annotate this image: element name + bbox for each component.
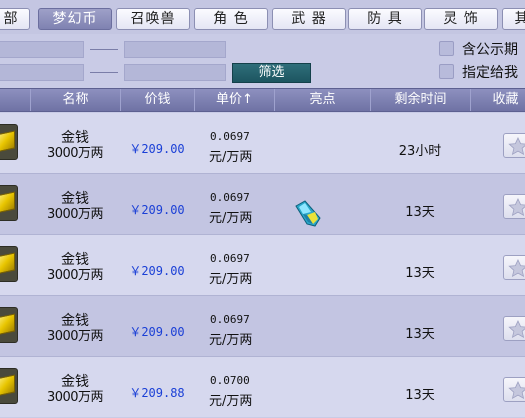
item-price: ￥209.00 <box>129 203 185 217</box>
favorite-button[interactable] <box>503 377 525 402</box>
amount-min-input[interactable] <box>0 64 84 81</box>
gem-icon[interactable] <box>293 198 323 228</box>
item-amount: 3000万两 <box>46 390 104 405</box>
column-unit-price[interactable]: 单价↑ <box>194 89 274 111</box>
column-price[interactable]: 价钱 <box>120 89 194 111</box>
item-price: ￥209.00 <box>129 264 185 278</box>
unit-value: 0.0700 <box>210 374 250 387</box>
gold-ingot-icon <box>0 124 18 160</box>
price-min-input[interactable] <box>0 41 84 58</box>
remaining-time: 13天 <box>405 388 435 403</box>
favorite-button[interactable] <box>503 133 525 158</box>
table-row[interactable]: 金钱 3000万两 ￥209.00 0.0697 元/万两 13天 <box>0 296 525 356</box>
tab-pets[interactable]: 召唤兽 <box>116 8 190 30</box>
star-icon <box>508 259 525 277</box>
column-highlight: 亮点 <box>274 89 370 111</box>
item-price: ￥209.00 <box>129 142 185 156</box>
item-price: ￥209.88 <box>129 386 185 400</box>
amount-max-input[interactable] <box>124 64 226 81</box>
star-icon <box>508 381 525 399</box>
table-header: 名称 价钱 单价↑ 亮点 剩余时间 收藏 <box>0 88 525 112</box>
filter-panel: 筛选 含公示期 指定给我 <box>0 34 525 88</box>
assigned-to-me-checkbox[interactable] <box>439 64 454 79</box>
item-amount: 3000万两 <box>46 268 104 283</box>
table-row[interactable]: 金钱 3000万两 ￥209.88 0.0700 元/万两 13天 <box>0 357 525 417</box>
unit-value: 0.0697 <box>210 191 250 204</box>
remaining-time: 13天 <box>405 327 435 342</box>
table-row[interactable]: 金钱 3000万两 ￥209.00 0.0697 元/万两 13天 <box>0 174 525 234</box>
gold-ingot-icon <box>0 307 18 343</box>
favorite-button[interactable] <box>503 255 525 280</box>
column-remaining-time[interactable]: 剩余时间 <box>370 89 470 111</box>
item-name: 金钱 <box>61 130 89 146</box>
star-icon <box>508 137 525 155</box>
table-row[interactable]: 金钱 3000万两 ￥209.00 0.0697 元/万两 13天 <box>0 235 525 295</box>
item-name: 金钱 <box>61 191 89 207</box>
tab-partial-left[interactable]: 部 <box>0 8 30 30</box>
favorite-button[interactable] <box>503 316 525 341</box>
unit-label: 元/万两 <box>209 150 253 165</box>
remaining-time: 13天 <box>405 266 435 281</box>
item-name: 金钱 <box>61 252 89 268</box>
tab-armor[interactable]: 防 具 <box>348 8 422 30</box>
price-max-input[interactable] <box>124 41 226 58</box>
item-name: 金钱 <box>61 313 89 329</box>
unit-label: 元/万两 <box>209 333 253 348</box>
table-row[interactable]: 金钱 3000万两 ￥209.00 0.0697 元/万两 23小时 <box>0 113 525 173</box>
public-period-label: 含公示期 <box>462 42 518 58</box>
range-dash <box>90 72 118 73</box>
assigned-to-me-label: 指定给我 <box>462 65 518 81</box>
star-icon <box>508 198 525 216</box>
unit-value: 0.0697 <box>210 313 250 326</box>
item-price: ￥209.00 <box>129 325 185 339</box>
filter-button[interactable]: 筛选 <box>232 63 311 83</box>
range-dash <box>90 49 118 50</box>
gold-ingot-icon <box>0 368 18 404</box>
tab-partial-right[interactable]: 其 <box>502 8 525 30</box>
remaining-time: 23小时 <box>398 144 442 159</box>
tab-accessories[interactable]: 灵 饰 <box>424 8 498 30</box>
unit-label: 元/万两 <box>209 394 253 409</box>
favorite-button[interactable] <box>503 194 525 219</box>
star-icon <box>508 320 525 338</box>
unit-label: 元/万两 <box>209 272 253 287</box>
unit-value: 0.0697 <box>210 130 250 143</box>
tab-currency[interactable]: 梦幻币 <box>38 8 112 30</box>
category-tabs: 部 梦幻币 召唤兽 角 色 武 器 防 具 灵 饰 其 <box>0 0 525 34</box>
item-name: 金钱 <box>61 374 89 390</box>
column-favorite: 收藏 <box>470 89 525 111</box>
remaining-time: 13天 <box>405 205 435 220</box>
item-amount: 3000万两 <box>46 207 104 222</box>
tab-characters[interactable]: 角 色 <box>194 8 268 30</box>
item-amount: 3000万两 <box>46 329 104 344</box>
public-period-checkbox[interactable] <box>439 41 454 56</box>
unit-value: 0.0697 <box>210 252 250 265</box>
unit-label: 元/万两 <box>209 211 253 226</box>
gold-ingot-icon <box>0 185 18 221</box>
item-amount: 3000万两 <box>46 146 104 161</box>
column-name[interactable]: 名称 <box>30 89 120 111</box>
gold-ingot-icon <box>0 246 18 282</box>
tab-weapons[interactable]: 武 器 <box>272 8 346 30</box>
